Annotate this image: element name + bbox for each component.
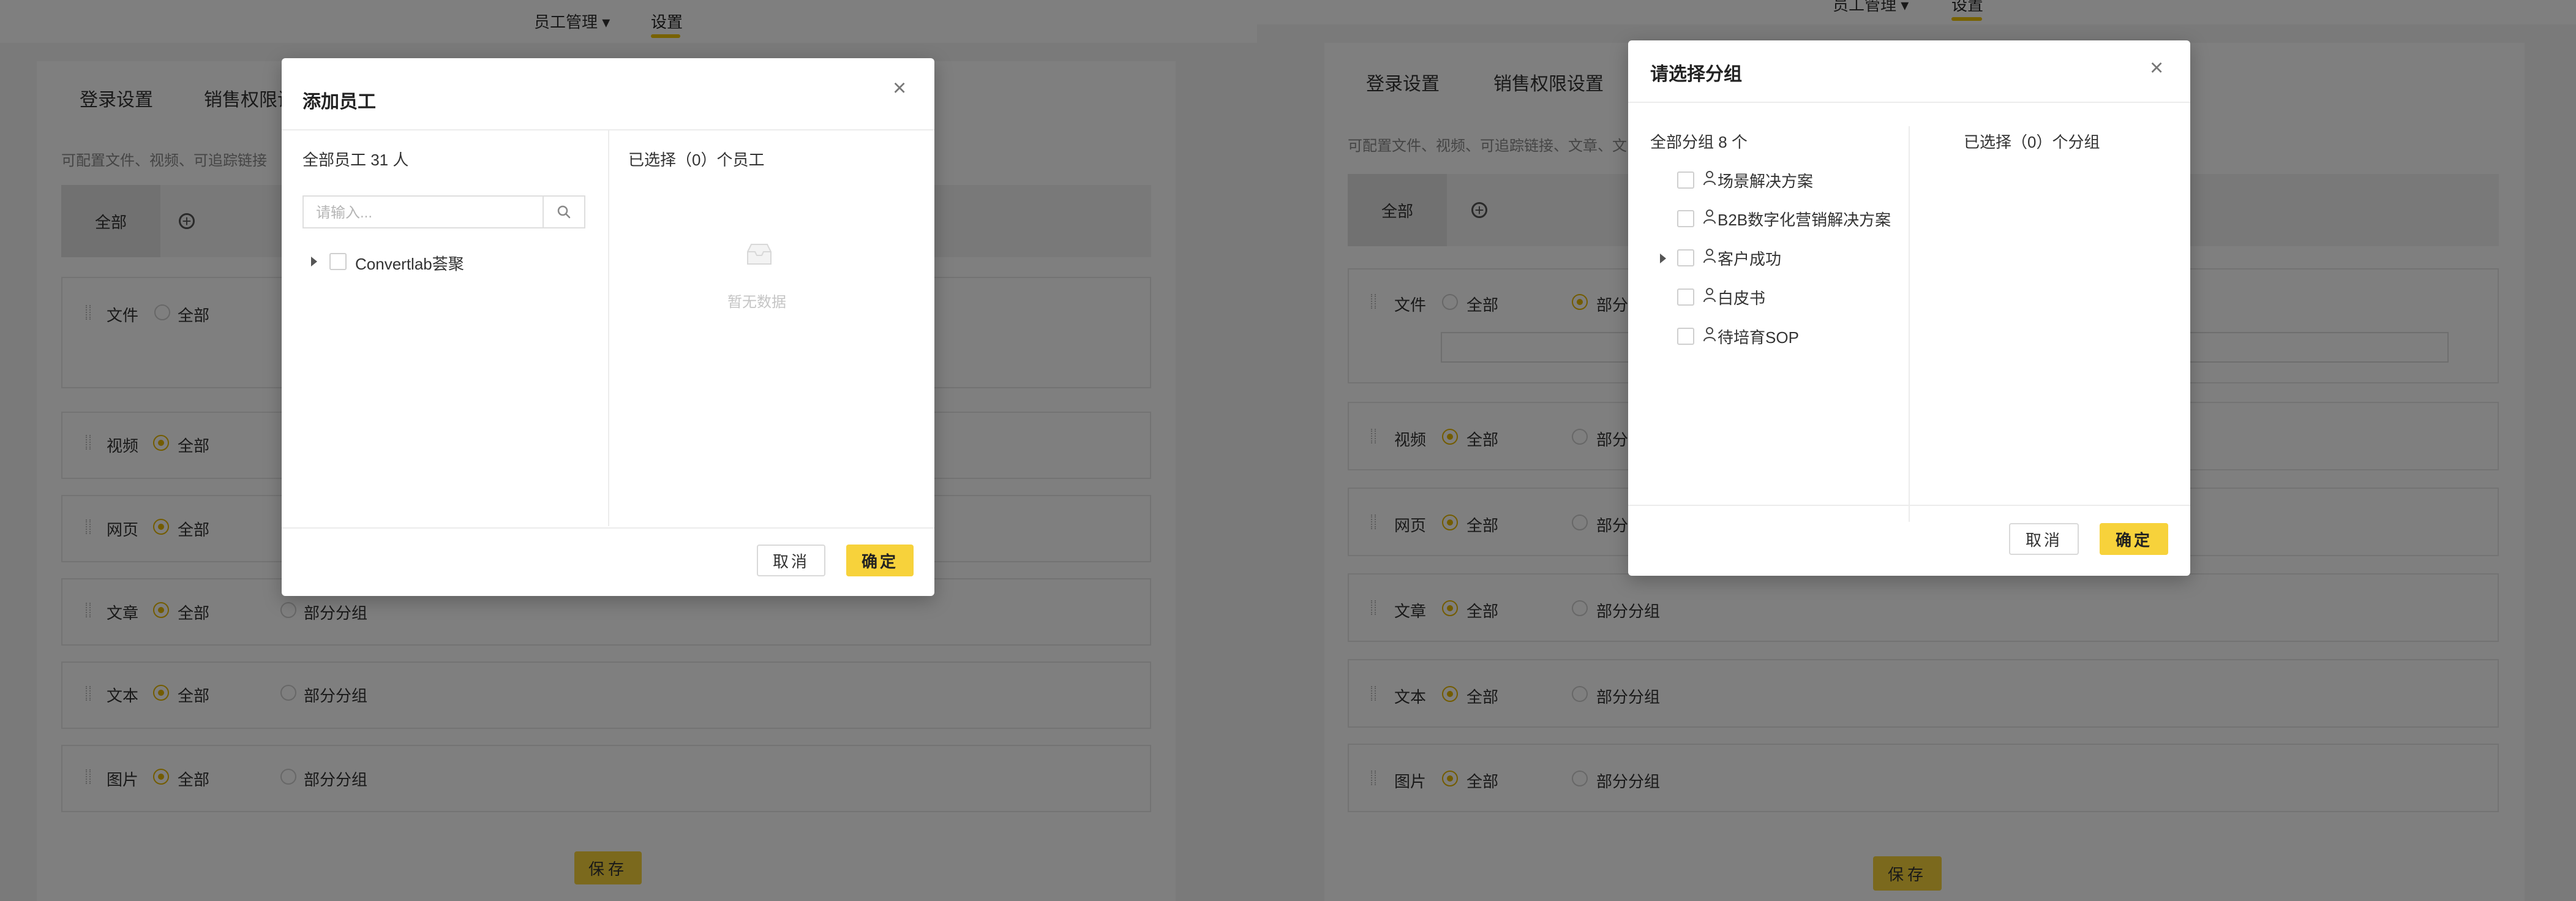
modal-title: 添加员工 bbox=[302, 92, 376, 112]
add-staff-modal: 添加员工 × 全部员工 31 人 Convertlab荟聚 已选择（0）个员工 … bbox=[282, 58, 934, 596]
group-checkbox[interactable] bbox=[1677, 328, 1694, 345]
modal-header-divider bbox=[1628, 102, 2190, 103]
modal-footer-divider bbox=[282, 527, 934, 529]
empty-inbox-icon bbox=[747, 244, 772, 265]
group-label[interactable]: B2B数字化营销解决方案 bbox=[1718, 208, 1891, 230]
expand-caret-icon[interactable] bbox=[1660, 254, 1666, 263]
search-button[interactable] bbox=[543, 197, 584, 227]
selected-count: 已选择（0）个员工 bbox=[628, 151, 765, 169]
modal-title: 请选择分组 bbox=[1650, 64, 1742, 85]
confirm-button[interactable]: 确定 bbox=[846, 545, 914, 576]
confirm-button[interactable]: 确定 bbox=[2100, 523, 2168, 555]
group-checkbox[interactable] bbox=[1677, 288, 1694, 306]
selected-count: 已选择（0）个分组 bbox=[1964, 133, 2100, 151]
expand-caret-icon[interactable] bbox=[311, 257, 317, 266]
group-icon bbox=[1703, 249, 1716, 263]
group-label[interactable]: 场景解决方案 bbox=[1718, 169, 1813, 192]
search-input[interactable] bbox=[315, 202, 519, 225]
empty-state-text: 暂无数据 bbox=[727, 294, 786, 311]
group-checkbox[interactable] bbox=[1677, 172, 1694, 189]
left-screen: 员工管理 ▾ 设置 登录设置 销售权限设 可配置文件、视频、可追踪链接 全部 +… bbox=[0, 0, 1257, 901]
search-icon bbox=[557, 205, 571, 219]
group-label[interactable]: 待培育SOP bbox=[1718, 325, 1799, 348]
right-screen: 员工管理 ▾ 设置 登录设置 销售权限设置 可配置文件、视频、可追踪链接、文章、… bbox=[1257, 0, 2576, 901]
cancel-button[interactable]: 取消 bbox=[2009, 523, 2079, 555]
group-checkbox[interactable] bbox=[1677, 210, 1694, 227]
group-icon bbox=[1703, 171, 1716, 186]
close-icon[interactable]: × bbox=[2150, 56, 2163, 80]
modal-footer-divider bbox=[1628, 505, 2190, 506]
staff-search bbox=[302, 195, 585, 228]
group-icon bbox=[1703, 209, 1716, 224]
group-icon bbox=[1703, 288, 1716, 303]
group-checkbox[interactable] bbox=[1677, 249, 1694, 266]
modal-column-divider bbox=[608, 130, 609, 526]
tree-root-label[interactable]: Convertlab荟聚 bbox=[355, 252, 464, 274]
cancel-button[interactable]: 取消 bbox=[757, 545, 825, 576]
all-staff-count: 全部员工 31 人 bbox=[302, 151, 409, 169]
close-icon[interactable]: × bbox=[893, 77, 906, 100]
all-group-count: 全部分组 8 个 bbox=[1650, 133, 1748, 151]
select-group-modal: 请选择分组 × 全部分组 8 个 已选择（0）个分组 场景解决方案 B2B数字化… bbox=[1628, 40, 2190, 576]
group-label[interactable]: 白皮书 bbox=[1718, 286, 1765, 309]
group-label[interactable]: 客户成功 bbox=[1718, 247, 1781, 270]
modal-column-divider bbox=[1909, 126, 1910, 522]
tree-root-checkbox[interactable] bbox=[329, 253, 347, 270]
group-icon bbox=[1703, 327, 1716, 342]
